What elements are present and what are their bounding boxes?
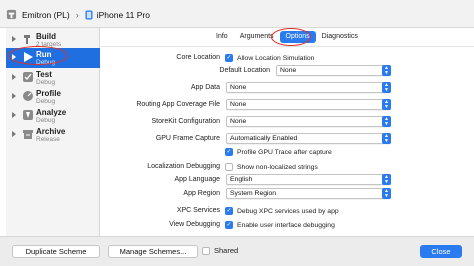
chevron-right-icon: › — [75, 9, 79, 20]
disclosure-triangle-icon[interactable] — [12, 93, 16, 99]
checkbox-label: Enable user interface debugging — [237, 221, 335, 229]
sidebar-item-label: Profile — [36, 89, 61, 98]
shared-checkbox[interactable]: Shared — [202, 246, 238, 255]
checkbox-box — [225, 163, 233, 171]
checkbox-label: Show non-localized strings — [237, 163, 318, 171]
sidebar-item-analyze[interactable]: Analyze Debug — [6, 106, 100, 126]
tab-diagnostics[interactable]: Diagnostics — [316, 31, 364, 43]
stepper-arrows-icon: ▲ ▼ — [382, 133, 391, 144]
sidebar-item-sub: Debug — [36, 98, 56, 105]
sidebar-item-sub: Release — [36, 136, 60, 143]
checkbox-box — [202, 246, 210, 255]
device-name: iPhone 11 Pro — [96, 9, 150, 20]
checkmark-icon: ✓ — [225, 221, 233, 229]
debug-xpc-checkbox[interactable]: ✓ Debug XPC services used by app — [225, 207, 339, 215]
disclosure-triangle-icon[interactable] — [12, 131, 16, 137]
routing-label: Routing App Coverage File — [136, 101, 220, 108]
sidebar-item-test[interactable]: Test Debug — [6, 68, 100, 88]
select-value: Automatically Enabled — [230, 135, 298, 142]
select-value: None — [230, 118, 247, 125]
stepper-arrows-icon: ▲ ▼ — [382, 82, 391, 93]
annotation-circle-options — [271, 28, 311, 46]
bottom-bar: Duplicate Scheme Manage Schemes... Share… — [0, 236, 474, 266]
app-data-select[interactable]: None ▲ ▼ — [226, 82, 391, 93]
default-location-select[interactable]: None ▲ ▼ — [276, 65, 391, 76]
app-region-select[interactable]: System Region ▲ ▼ — [226, 188, 391, 199]
close-button[interactable]: Close — [420, 245, 462, 258]
scheme-selector[interactable]: Emitron (PL) › iPhone 11 Pro — [6, 9, 150, 20]
archive-icon — [23, 130, 33, 139]
disclosure-triangle-icon[interactable] — [12, 74, 16, 80]
sidebar-item-label: Analyze — [36, 108, 67, 117]
manage-schemes-button[interactable]: Manage Schemes... — [108, 245, 198, 258]
phone-icon — [85, 10, 93, 19]
localization-label: Localization Debugging — [147, 163, 220, 170]
wrench-icon — [23, 72, 33, 82]
checkmark-icon: ✓ — [225, 54, 233, 62]
select-value: System Region — [230, 190, 277, 197]
app-data-label: App Data — [190, 84, 220, 91]
stepper-arrows-icon: ▲ ▼ — [382, 116, 391, 127]
checkmark-icon: ✓ — [225, 148, 233, 156]
select-value: None — [280, 67, 297, 74]
view-debugging-label: View Debugging — [169, 221, 220, 228]
gpu-frame-select[interactable]: Automatically Enabled ▲ ▼ — [226, 133, 391, 144]
stepper-arrows-icon: ▲ ▼ — [382, 65, 391, 76]
checkbox-label: Debug XPC services used by app — [237, 207, 339, 215]
sidebar-item-label: Build — [36, 32, 56, 41]
app-region-label: App Region — [183, 190, 220, 197]
core-location-label: Core Location — [176, 54, 220, 61]
select-value: English — [230, 176, 253, 183]
checkbox-label: Allow Location Simulation — [237, 54, 315, 62]
select-value: None — [230, 84, 247, 91]
checkmark-icon: ✓ — [225, 207, 233, 215]
sidebar-item-profile[interactable]: Profile Debug — [6, 87, 100, 107]
disclosure-triangle-icon[interactable] — [12, 112, 16, 118]
disclosure-triangle-icon[interactable] — [12, 36, 16, 42]
scheme-name: Emitron (PL) — [22, 9, 70, 20]
analyze-icon — [23, 110, 33, 120]
gpu-frame-label: GPU Frame Capture — [155, 135, 220, 142]
show-non-localized-checkbox[interactable]: Show non-localized strings — [225, 163, 318, 171]
app-language-label: App Language — [174, 176, 220, 183]
stepper-arrows-icon: ▲ ▼ — [382, 99, 391, 110]
app-language-select[interactable]: English ▲ ▼ — [226, 174, 391, 185]
allow-location-simulation-checkbox[interactable]: ✓ Allow Location Simulation — [225, 54, 314, 62]
sidebar-item-archive[interactable]: Archive Release — [6, 125, 100, 145]
scheme-toolbar: Emitron (PL) › iPhone 11 Pro — [0, 0, 474, 28]
sidebar-item-label: Test — [36, 70, 52, 79]
enable-ui-debugging-checkbox[interactable]: ✓ Enable user interface debugging — [225, 221, 335, 229]
checkbox-label: Shared — [214, 246, 239, 255]
sidebar-item-sub: Debug — [36, 79, 56, 86]
tab-info[interactable]: Info — [210, 31, 234, 43]
checkbox-label: Profile GPU Trace after capture — [237, 148, 332, 156]
hammer-icon — [6, 9, 17, 20]
profile-gpu-trace-checkbox[interactable]: ✓ Profile GPU Trace after capture — [225, 148, 332, 156]
stepper-arrows-icon: ▲ ▼ — [382, 174, 391, 185]
tab-divider — [101, 46, 474, 47]
gauge-icon — [23, 91, 33, 101]
storekit-select[interactable]: None ▲ ▼ — [226, 116, 391, 127]
xpc-services-label: XPC Services — [176, 207, 220, 214]
hammer-icon — [24, 35, 30, 44]
sidebar-item-sub: Debug — [36, 117, 56, 124]
default-location-label: Default Location — [219, 67, 270, 74]
annotation-circle-run — [8, 46, 68, 65]
routing-select[interactable]: None ▲ ▼ — [226, 99, 391, 110]
sidebar-item-label: Archive — [36, 127, 66, 136]
select-value: None — [230, 101, 247, 108]
duplicate-scheme-button[interactable]: Duplicate Scheme — [12, 245, 100, 258]
storekit-label: StoreKit Configuration — [151, 118, 220, 125]
stepper-arrows-icon: ▲ ▼ — [382, 188, 391, 199]
